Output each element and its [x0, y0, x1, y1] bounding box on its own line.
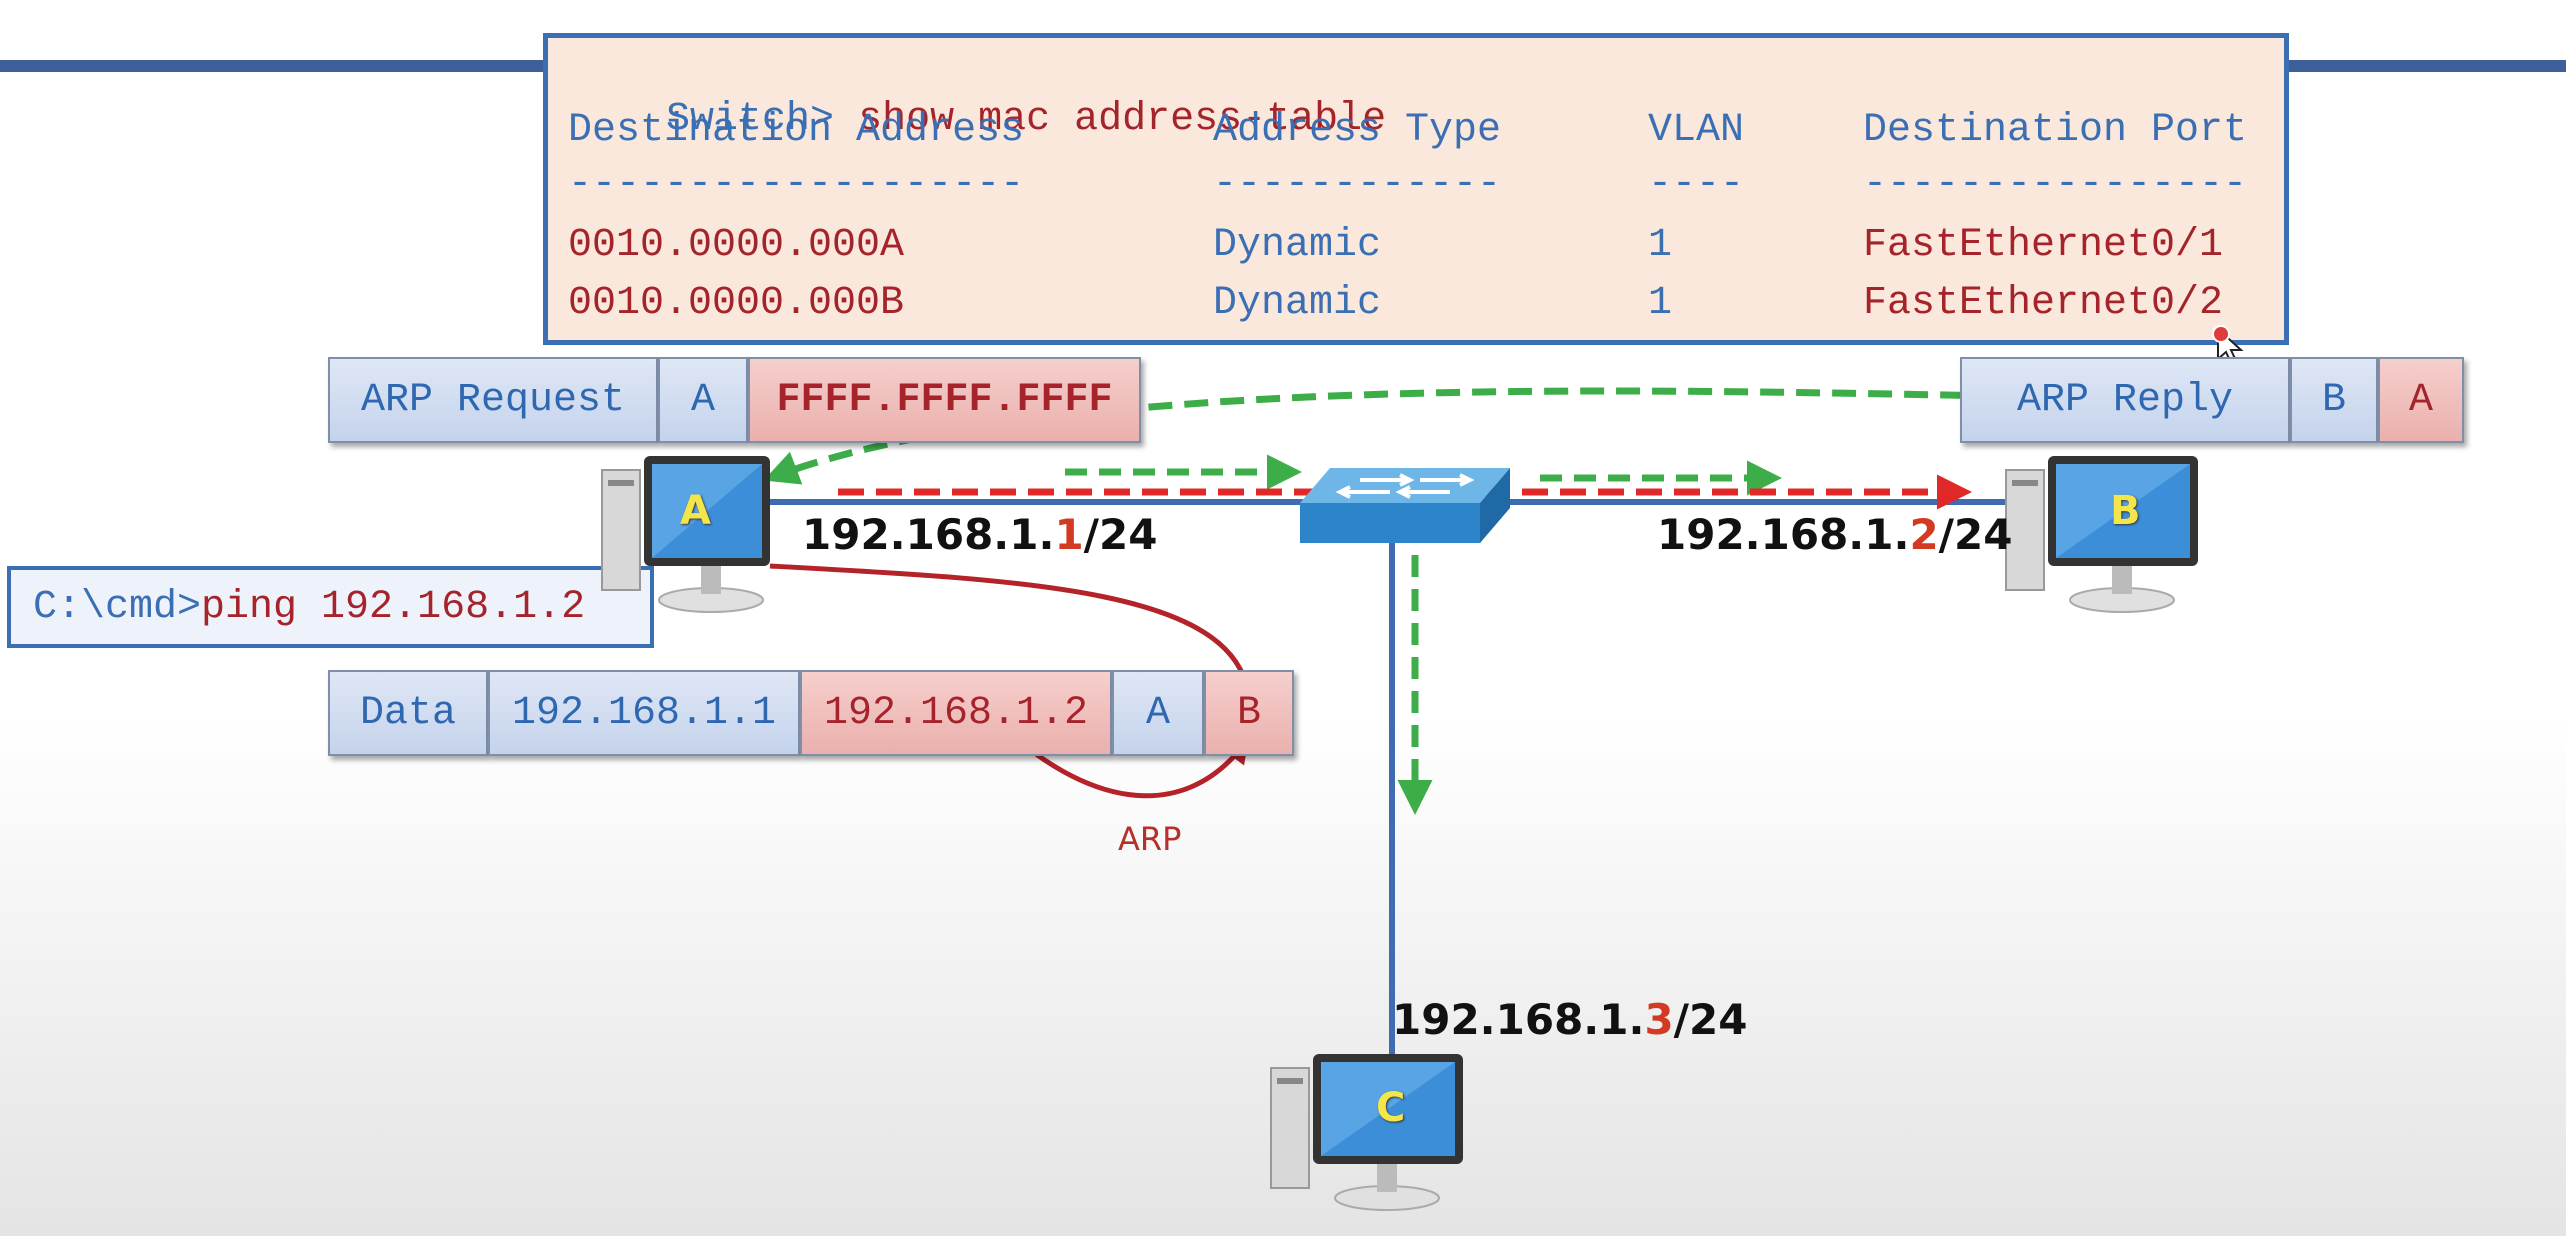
dash-dest-port: ----------------: [1863, 162, 2248, 207]
data-frame-dst-mac: B: [1204, 670, 1294, 756]
arp-request-src: A: [658, 357, 748, 443]
arp-reply-dst: A: [2378, 357, 2464, 443]
pc-b-name: B: [2110, 488, 2141, 534]
data-frame-dst-ip: 192.168.1.2: [800, 670, 1112, 756]
header-dest-address: Destination Address: [568, 108, 1025, 153]
table-row-address: 0010.0000.000B: [568, 281, 905, 326]
pc-c-icon: [1270, 1054, 1463, 1211]
pc-a-icon: [601, 456, 770, 613]
table-row-vlan: 1: [1648, 281, 1673, 326]
cmd-prompt: C:\cmd>: [33, 584, 202, 630]
arp-request-label: ARP Request: [328, 357, 658, 443]
table-row-vlan: 1: [1648, 223, 1673, 268]
table-row-port: FastEthernet0/1: [1863, 223, 2224, 268]
pc-a-name: A: [680, 488, 711, 534]
ip-label-c: 192.168.1.3/24: [1392, 995, 1748, 1044]
switch-icon: [1300, 468, 1510, 543]
header-vlan: VLAN: [1648, 108, 1745, 153]
arp-annotation: ARP: [1118, 820, 1182, 858]
data-frame-src-ip: 192.168.1.1: [488, 670, 800, 756]
click-indicator: [2212, 325, 2230, 343]
data-frame-src-mac: A: [1112, 670, 1204, 756]
cmd-command: ping 192.168.1.2: [201, 584, 586, 630]
arp-request-dst: FFFF.FFFF.FFFF: [748, 357, 1141, 443]
table-row-type: Dynamic: [1213, 281, 1382, 326]
arp-reply-label: ARP Reply: [1960, 357, 2290, 443]
pc-b-icon: [2005, 456, 2198, 613]
header-address-type: Address Type: [1213, 108, 1502, 153]
arp-reply-src: B: [2290, 357, 2378, 443]
pc-c-name: C: [1376, 1085, 1406, 1131]
dash-dest-address: -------------------: [568, 162, 1025, 207]
ping-command-box: C:\cmd> ping 192.168.1.2: [7, 566, 654, 648]
header-dest-port: Destination Port: [1863, 108, 2248, 153]
dash-address-type: ------------: [1213, 162, 1502, 207]
ip-label-b: 192.168.1.2/24: [1657, 510, 2013, 559]
table-row-type: Dynamic: [1213, 223, 1382, 268]
mac-table-panel: Switch> show mac address-table Destinati…: [543, 33, 2289, 345]
ip-label-a: 192.168.1.1/24: [802, 510, 1158, 559]
table-row-address: 0010.0000.000A: [568, 223, 905, 268]
dash-vlan: ----: [1648, 162, 1745, 207]
table-row-port: FastEthernet0/2: [1863, 281, 2224, 326]
data-frame-label: Data: [328, 670, 488, 756]
